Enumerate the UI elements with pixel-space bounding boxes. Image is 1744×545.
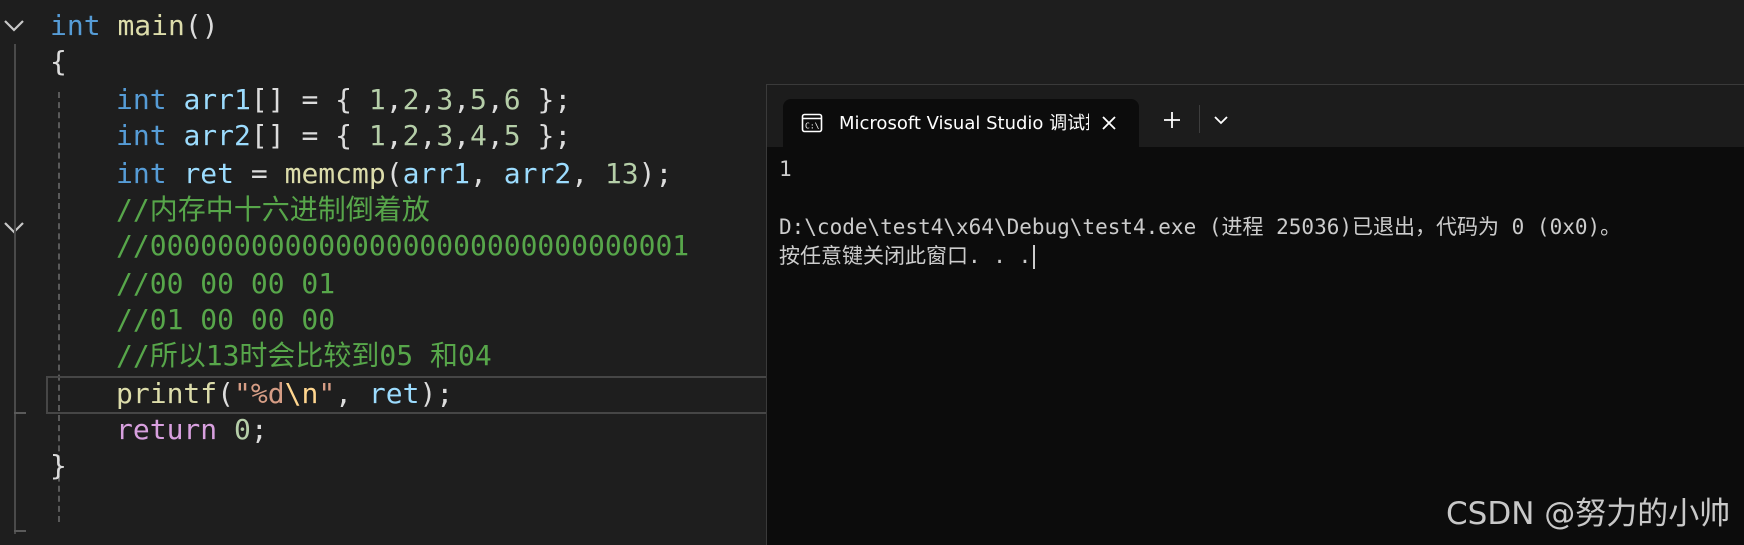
code-token: arr2 bbox=[183, 119, 251, 152]
code-line[interactable]: { bbox=[50, 42, 67, 82]
code-token: , bbox=[419, 83, 437, 116]
code-token: ( bbox=[217, 377, 235, 410]
code-token: ret bbox=[368, 377, 420, 410]
code-token: return bbox=[116, 413, 218, 446]
terminal-line-prompt: 按任意键关闭此窗口. . . bbox=[779, 242, 1744, 271]
code-line[interactable]: return 0; bbox=[116, 410, 268, 450]
code-token: "%d bbox=[234, 377, 285, 410]
code-token: [] = { bbox=[250, 83, 369, 116]
code-line[interactable]: //00000000000000000000000000000001 bbox=[116, 226, 689, 266]
plus-icon[interactable] bbox=[1161, 109, 1183, 131]
code-token: }; bbox=[520, 119, 572, 152]
debug-console-window[interactable]: C:\ Microsoft Visual Studio 调试控制台 1 D:\c… bbox=[766, 84, 1744, 545]
code-token: memcmp bbox=[284, 157, 386, 190]
code-token: , bbox=[385, 119, 403, 152]
code-token: { bbox=[50, 45, 67, 78]
code-token: ); bbox=[638, 157, 673, 190]
code-token: arr1 bbox=[183, 83, 251, 116]
code-token: int bbox=[116, 119, 167, 152]
outline-tick bbox=[14, 530, 26, 532]
code-token: 3 bbox=[436, 83, 454, 116]
terminal-tab-title: Microsoft Visual Studio 调试控制台 bbox=[839, 113, 1089, 134]
code-line[interactable]: int arr2[] = { 1,2,3,4,5 }; bbox=[116, 116, 571, 156]
console-icon: C:\ bbox=[801, 112, 823, 134]
code-line[interactable]: } bbox=[50, 446, 67, 486]
code-line[interactable]: //00 00 00 01 bbox=[116, 264, 335, 304]
code-token: int bbox=[116, 83, 167, 116]
code-token: , bbox=[486, 119, 504, 152]
code-token: main bbox=[117, 9, 185, 42]
terminal-titlebar: C:\ Microsoft Visual Studio 调试控制台 bbox=[767, 85, 1744, 147]
code-token: [] = { bbox=[250, 119, 369, 152]
code-token: \n bbox=[284, 377, 319, 410]
code-token: //内存中十六进制倒着放 bbox=[116, 193, 430, 226]
outline-guide bbox=[14, 44, 16, 534]
code-token: //01 00 00 00 bbox=[116, 303, 336, 336]
terminal-tab[interactable]: C:\ Microsoft Visual Studio 调试控制台 bbox=[783, 99, 1139, 147]
outline-tick bbox=[14, 412, 26, 414]
code-token: ; bbox=[250, 413, 268, 446]
code-token: printf bbox=[116, 377, 218, 410]
code-token: , bbox=[470, 157, 504, 190]
terminal-line: 1 bbox=[779, 157, 792, 181]
code-line[interactable]: printf("%d\n", ret); bbox=[116, 374, 453, 414]
fold-main-chevron-down-icon[interactable] bbox=[2, 16, 26, 36]
code-token: , bbox=[335, 377, 369, 410]
terminal-output[interactable]: 1 D:\code\test4\x64\Debug\test4.exe (进程 … bbox=[779, 155, 1744, 545]
code-token: ret bbox=[183, 157, 235, 190]
chevron-down-icon[interactable] bbox=[1211, 111, 1231, 129]
code-token: () bbox=[184, 9, 219, 42]
code-token: = bbox=[234, 157, 285, 190]
code-token: 0 bbox=[234, 413, 251, 446]
code-line[interactable]: int arr1[] = { 1,2,3,5,6 }; bbox=[116, 80, 571, 120]
code-token: 4 bbox=[470, 119, 487, 152]
code-token: 5 bbox=[470, 83, 487, 116]
text-cursor bbox=[1033, 245, 1036, 269]
code-token: , bbox=[571, 157, 605, 190]
code-token: //所以13时会比较到05 和04 bbox=[116, 339, 492, 372]
code-line[interactable]: //所以13时会比较到05 和04 bbox=[116, 336, 492, 376]
code-token: } bbox=[50, 449, 67, 482]
code-token: //00000000000000000000000000000001 bbox=[116, 229, 690, 262]
code-token: ); bbox=[419, 377, 454, 410]
svg-text:C:\: C:\ bbox=[805, 122, 820, 131]
code-token: , bbox=[385, 83, 403, 116]
terminal-line: D:\code\test4\x64\Debug\test4.exe (进程 25… bbox=[779, 215, 1622, 239]
code-token: , bbox=[453, 83, 471, 116]
terminal-line-text: 按任意键关闭此窗口. . . bbox=[779, 244, 1032, 268]
code-token: ( bbox=[385, 157, 403, 190]
code-token: " bbox=[318, 377, 336, 410]
code-token: , bbox=[453, 119, 471, 152]
watermark: CSDN @努力的小帅 bbox=[1446, 496, 1731, 532]
code-token: , bbox=[419, 119, 437, 152]
code-token: int bbox=[50, 9, 101, 42]
code-token: 6 bbox=[503, 83, 521, 116]
code-token: arr1 bbox=[402, 157, 471, 190]
code-token: }; bbox=[520, 83, 572, 116]
code-token: 2 bbox=[402, 119, 420, 152]
close-icon[interactable] bbox=[1099, 113, 1119, 133]
code-token: 1 bbox=[368, 119, 386, 152]
code-line[interactable]: //内存中十六进制倒着放 bbox=[116, 190, 430, 230]
code-token: //00 00 00 01 bbox=[116, 267, 336, 300]
titlebar-divider bbox=[1199, 105, 1200, 133]
code-token: 5 bbox=[503, 119, 521, 152]
code-token: 13 bbox=[604, 157, 639, 190]
code-token: 2 bbox=[402, 83, 420, 116]
code-token: arr2 bbox=[503, 157, 572, 190]
code-line[interactable]: //01 00 00 00 bbox=[116, 300, 335, 340]
code-token: 3 bbox=[436, 119, 454, 152]
code-line[interactable]: int ret = memcmp(arr1, arr2, 13); bbox=[116, 154, 672, 194]
code-token: 1 bbox=[368, 83, 386, 116]
code-token: int bbox=[116, 157, 167, 190]
code-line[interactable]: int main() bbox=[50, 6, 219, 46]
code-token: , bbox=[486, 83, 504, 116]
